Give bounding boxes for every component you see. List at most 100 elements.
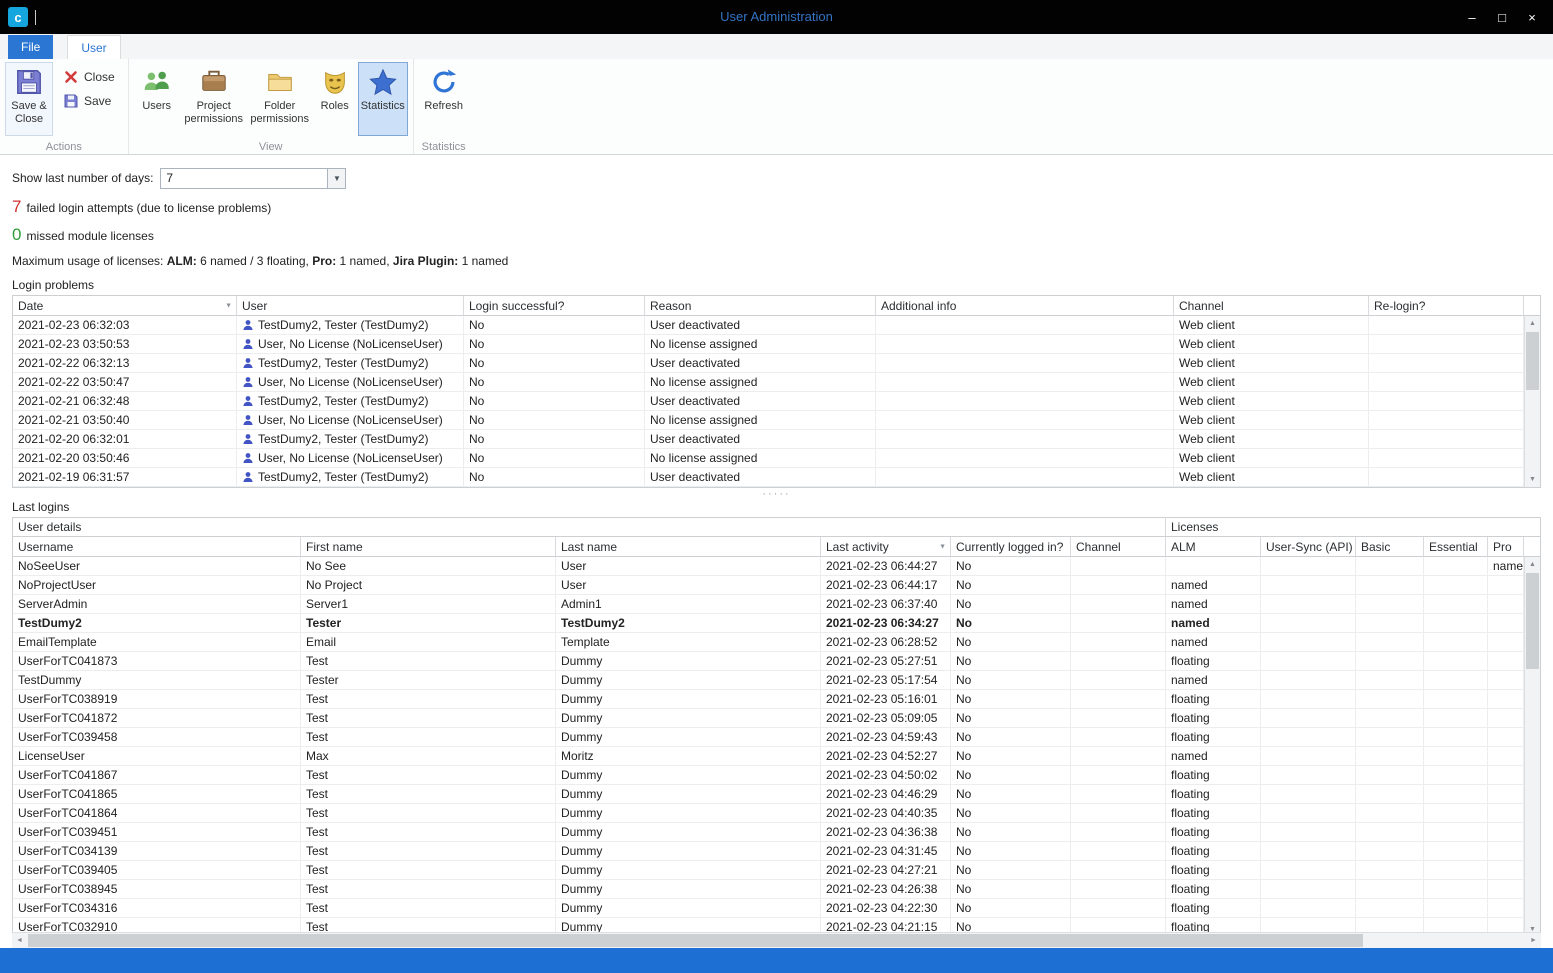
window-title: User Administration	[300, 0, 1253, 34]
table-row[interactable]: LicenseUserMaxMoritz2021-02-23 04:52:27N…	[13, 747, 1540, 766]
splitter-handle[interactable]: ·····	[12, 488, 1541, 500]
days-filter-value[interactable]: 7	[161, 169, 327, 188]
table-row[interactable]: UserForTC038919TestDummy2021-02-23 05:16…	[13, 690, 1540, 709]
table-row[interactable]: UserForTC041864TestDummy2021-02-23 04:40…	[13, 804, 1540, 823]
filter-arrow-icon[interactable]: ▼	[939, 543, 946, 550]
save-and-close-button[interactable]: Save & Close	[5, 62, 53, 136]
table-cell	[1071, 804, 1166, 823]
table-cell	[1261, 557, 1356, 576]
folder-permissions-button[interactable]: Folder permissions	[248, 62, 312, 136]
table-cell: Dummy	[556, 880, 821, 899]
column-header[interactable]: User	[237, 296, 464, 316]
scroll-right-icon[interactable]: ►	[1526, 933, 1541, 948]
table-cell	[1356, 918, 1424, 932]
statistics-button[interactable]: Statistics	[358, 62, 408, 136]
table-row[interactable]: EmailTemplateEmailTemplate2021-02-23 06:…	[13, 633, 1540, 652]
table-row[interactable]: 2021-02-19 06:31:57TestDumy2, Tester (Te…	[13, 468, 1540, 487]
column-header[interactable]: ALM	[1166, 537, 1261, 557]
table-row[interactable]: ServerAdminServer1Admin12021-02-23 06:37…	[13, 595, 1540, 614]
table-row[interactable]: UserForTC038945TestDummy2021-02-23 04:26…	[13, 880, 1540, 899]
table-row[interactable]: NoProjectUserNo ProjectUser2021-02-23 06…	[13, 576, 1540, 595]
column-header[interactable]: Pro	[1488, 537, 1524, 557]
table-cell	[1488, 918, 1524, 932]
table-row[interactable]: 2021-02-20 03:50:46User, No License (NoL…	[13, 449, 1540, 468]
table-row[interactable]: UserForTC032910TestDummy2021-02-23 04:21…	[13, 918, 1540, 932]
column-header[interactable]: Essential	[1424, 537, 1488, 557]
users-button[interactable]: Users	[134, 62, 180, 136]
table-row[interactable]: UserForTC034316TestDummy2021-02-23 04:22…	[13, 899, 1540, 918]
roles-button[interactable]: Roles	[314, 62, 356, 136]
table-row[interactable]: 2021-02-22 06:32:13TestDumy2, Tester (Te…	[13, 354, 1540, 373]
scrollbar-thumb[interactable]	[1526, 573, 1539, 669]
save-and-close-label: Save & Close	[8, 100, 50, 126]
column-header[interactable]: First name	[301, 537, 556, 557]
table-row[interactable]: UserForTC041872TestDummy2021-02-23 05:09…	[13, 709, 1540, 728]
column-header[interactable]: Login successful?	[464, 296, 645, 316]
table-cell: Test	[301, 766, 556, 785]
login-problems-scrollbar[interactable]: ▲ ▼	[1524, 316, 1540, 487]
column-header[interactable]: Basic	[1356, 537, 1424, 557]
last-logins-scrollbar[interactable]: ▲ ▼	[1524, 557, 1540, 932]
table-cell: 2021-02-22 03:50:47	[13, 373, 237, 392]
refresh-button[interactable]: Refresh	[419, 62, 469, 136]
table-cell	[876, 468, 1174, 487]
table-cell: UserForTC039458	[13, 728, 301, 747]
scroll-up-icon[interactable]: ▲	[1525, 316, 1540, 331]
column-header[interactable]: Channel	[1174, 296, 1369, 316]
table-cell	[1261, 918, 1356, 932]
column-header[interactable]: Currently logged in?	[951, 537, 1071, 557]
table-row[interactable]: UserForTC041865TestDummy2021-02-23 04:46…	[13, 785, 1540, 804]
table-row[interactable]: TestDummyTesterDummy2021-02-23 05:17:54N…	[13, 671, 1540, 690]
table-row[interactable]: UserForTC041867TestDummy2021-02-23 04:50…	[13, 766, 1540, 785]
scroll-up-icon[interactable]: ▲	[1525, 557, 1540, 572]
scroll-left-icon[interactable]: ◄	[12, 933, 27, 948]
close-icon[interactable]: ×	[1517, 3, 1547, 31]
tab-file[interactable]: File	[8, 35, 53, 59]
table-row[interactable]: 2021-02-23 06:32:03TestDumy2, Tester (Te…	[13, 316, 1540, 335]
column-header[interactable]: Last activity▼	[821, 537, 951, 557]
table-cell: floating	[1166, 899, 1261, 918]
table-cell	[1261, 880, 1356, 899]
minimize-icon[interactable]: –	[1457, 3, 1487, 31]
table-row[interactable]: UserForTC039458TestDummy2021-02-23 04:59…	[13, 728, 1540, 747]
table-cell: Tester	[301, 671, 556, 690]
tab-user[interactable]: User	[67, 35, 120, 59]
table-row[interactable]: 2021-02-20 06:32:01TestDumy2, Tester (Te…	[13, 430, 1540, 449]
column-header[interactable]: Reason	[645, 296, 876, 316]
column-header[interactable]: Channel	[1071, 537, 1166, 557]
scrollbar-thumb[interactable]	[28, 934, 1363, 947]
column-header[interactable]: User-Sync (API)	[1261, 537, 1356, 557]
table-cell: named	[1488, 557, 1524, 576]
table-cell: Dummy	[556, 671, 821, 690]
column-header[interactable]: Additional info	[876, 296, 1174, 316]
table-row[interactable]: 2021-02-23 03:50:53User, No License (NoL…	[13, 335, 1540, 354]
close-button[interactable]: Close	[60, 68, 118, 86]
days-filter-combobox[interactable]: 7 ▼	[160, 168, 346, 189]
column-header[interactable]: Username	[13, 537, 301, 557]
save-button[interactable]: Save	[60, 92, 118, 110]
column-header[interactable]: Re-login?	[1369, 296, 1524, 316]
table-cell: Moritz	[556, 747, 821, 766]
table-row[interactable]: UserForTC039451TestDummy2021-02-23 04:36…	[13, 823, 1540, 842]
scroll-down-icon[interactable]: ▼	[1525, 922, 1540, 932]
table-row[interactable]: 2021-02-22 03:50:47User, No License (NoL…	[13, 373, 1540, 392]
column-header[interactable]: Date▼	[13, 296, 237, 316]
table-row[interactable]: UserForTC039405TestDummy2021-02-23 04:27…	[13, 861, 1540, 880]
table-cell: floating	[1166, 728, 1261, 747]
table-row[interactable]: UserForTC041873TestDummy2021-02-23 05:27…	[13, 652, 1540, 671]
table-cell	[1261, 595, 1356, 614]
column-header[interactable]: Last name	[556, 537, 821, 557]
scrollbar-thumb[interactable]	[1526, 332, 1539, 390]
filter-arrow-icon[interactable]: ▼	[225, 302, 232, 309]
maximize-icon[interactable]: □	[1487, 3, 1517, 31]
table-cell: Test	[301, 918, 556, 932]
table-row[interactable]: UserForTC034139TestDummy2021-02-23 04:31…	[13, 842, 1540, 861]
table-row[interactable]: 2021-02-21 03:50:40User, No License (NoL…	[13, 411, 1540, 430]
combo-dropdown-icon[interactable]: ▼	[327, 169, 345, 188]
table-row[interactable]: TestDumy2TesterTestDumy22021-02-23 06:34…	[13, 614, 1540, 633]
scroll-down-icon[interactable]: ▼	[1525, 472, 1540, 487]
project-permissions-button[interactable]: Project permissions	[182, 62, 246, 136]
horizontal-scrollbar[interactable]: ◄ ►	[12, 932, 1541, 948]
table-row[interactable]: NoSeeUserNo SeeUser2021-02-23 06:44:27No…	[13, 557, 1540, 576]
table-row[interactable]: 2021-02-21 06:32:48TestDumy2, Tester (Te…	[13, 392, 1540, 411]
